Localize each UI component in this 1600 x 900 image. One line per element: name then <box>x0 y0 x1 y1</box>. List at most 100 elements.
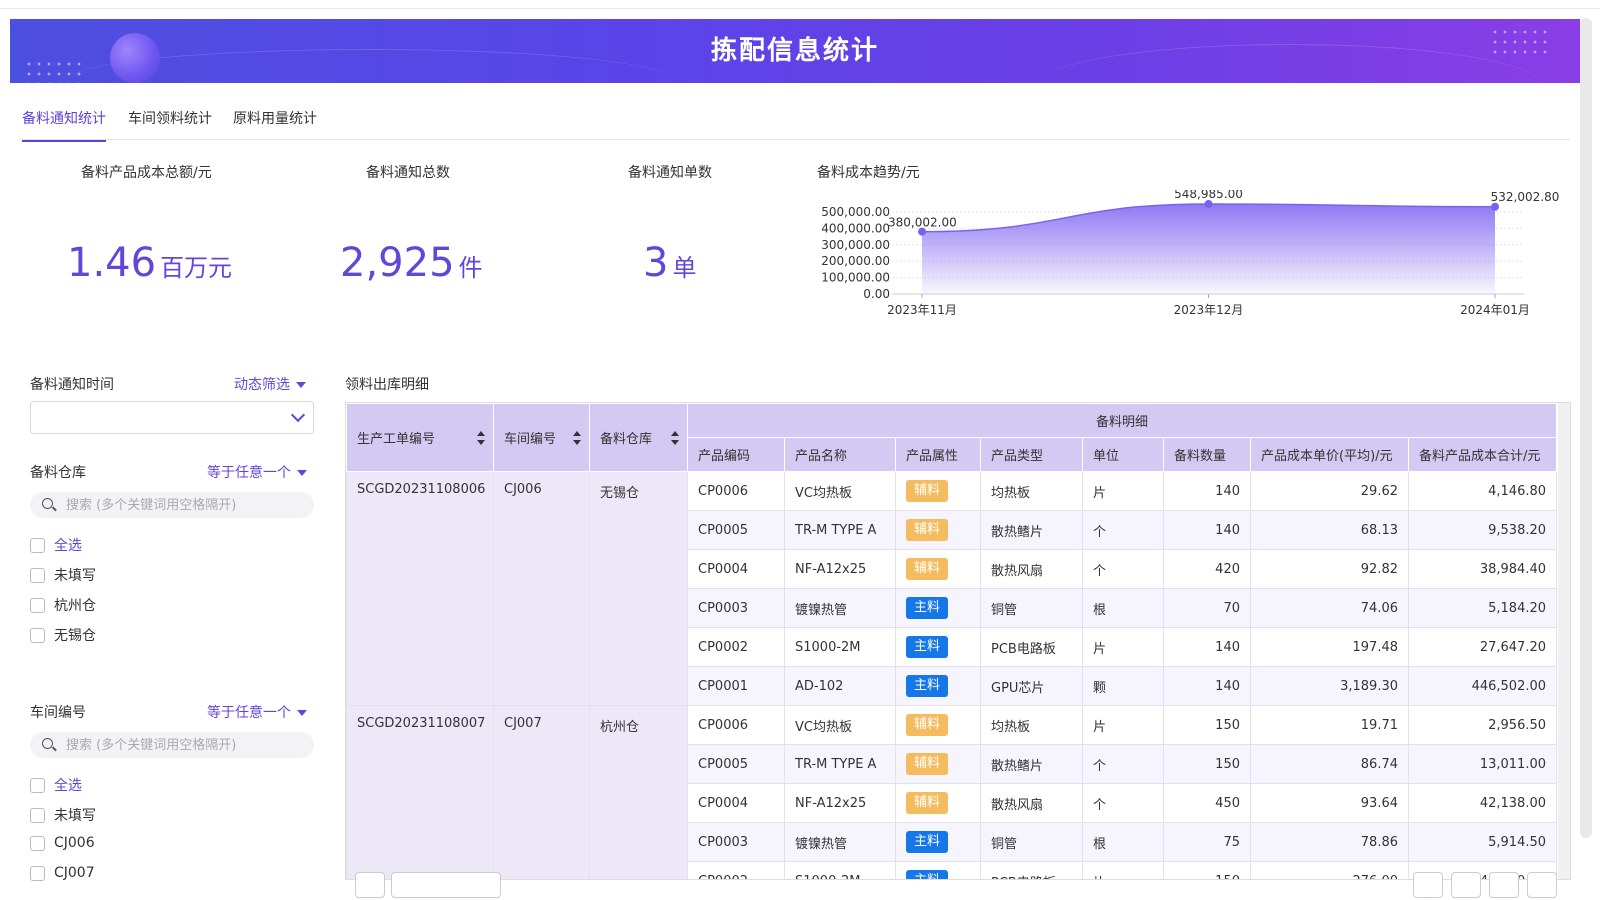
data-label: 548,985.00 <box>1174 190 1243 201</box>
kpi-notice-orders-value: 3 <box>643 240 669 286</box>
checkbox[interactable] <box>30 537 45 553</box>
cell-qty: 140 <box>1163 510 1251 550</box>
attr-tag: 辅料 <box>906 480 948 502</box>
cell-type: 散热鳍片 <box>980 510 1083 550</box>
cell-unit: 根 <box>1082 822 1164 862</box>
cell-price: 3,189.30 <box>1250 666 1409 706</box>
col-group-header: 备料明细 <box>686 403 1558 438</box>
col-header-warehouse[interactable]: 备料仓库 <box>589 403 688 472</box>
cell-qty: 75 <box>1163 822 1251 862</box>
checkbox[interactable] <box>30 807 45 823</box>
filter-warehouse-option[interactable]: 无锡仓 <box>30 625 96 645</box>
checkbox[interactable] <box>30 865 45 881</box>
cell-code: CP0002 <box>687 627 785 667</box>
filter-workshop-label: 车间编号 <box>30 705 86 721</box>
col-header-order[interactable]: 生产工单编号 <box>346 403 494 472</box>
checkbox[interactable] <box>30 835 45 851</box>
checkbox[interactable] <box>30 597 45 613</box>
col-header-price: 产品成本单价(平均)/元 <box>1250 437 1409 472</box>
filter-workshop-option[interactable]: CJ006 <box>30 835 95 855</box>
y-tick-label: 200,000.00 <box>821 254 890 268</box>
tab-prep-notice[interactable]: 备料通知统计 <box>22 108 106 142</box>
cell-unit: 个 <box>1082 510 1164 550</box>
col-header-unit: 单位 <box>1082 437 1164 472</box>
cell-name: TR-M TYPE A <box>784 744 896 784</box>
cell-total: 2,956.50 <box>1407 705 1558 745</box>
option-label: 无锡仓 <box>54 628 96 644</box>
cell-order: SCGD20231108007 <box>346 705 494 879</box>
attr-tag: 辅料 <box>906 753 948 775</box>
filter-time-select[interactable] <box>30 401 314 434</box>
y-tick-label: 500,000.00 <box>821 205 890 219</box>
search-icon <box>42 498 53 509</box>
checkbox[interactable] <box>30 627 45 643</box>
tab-material-usage[interactable]: 原料用量统计 <box>233 108 317 140</box>
cell-total: 27,647.20 <box>1407 627 1558 667</box>
attr-tag: 主料 <box>906 597 948 619</box>
filter-warehouse-mode[interactable]: 等于任意一个 <box>207 462 307 482</box>
filter-warehouse-option[interactable]: 未填写 <box>30 565 96 585</box>
checkbox[interactable] <box>30 777 45 793</box>
filter-workshop-option[interactable]: 未填写 <box>30 805 96 825</box>
option-label: 未填写 <box>54 568 96 584</box>
caret-down-icon <box>296 382 306 388</box>
page-number-button[interactable] <box>1451 872 1481 898</box>
filter-warehouse-option[interactable]: 全选 <box>30 535 82 555</box>
cell-name: 镀镍热管 <box>784 822 896 862</box>
detail-table-container: 生产工单编号 车间编号 备料仓库 备料明细 产品编码 产品名称 产品属性 产品类… <box>345 402 1571 880</box>
sort-icon[interactable] <box>573 430 581 445</box>
y-tick-label: 0.00 <box>863 287 890 301</box>
tab-workshop-picking[interactable]: 车间领料统计 <box>128 108 212 140</box>
filter-workshop-search-input[interactable] <box>66 732 306 758</box>
filter-warehouse-search-input[interactable] <box>66 492 306 518</box>
cell-qty: 420 <box>1163 549 1251 589</box>
cell-qty: 450 <box>1163 783 1251 823</box>
cell-unit: 个 <box>1082 783 1164 823</box>
prev-page-button[interactable] <box>1413 872 1443 898</box>
filter-workshop-option[interactable]: 全选 <box>30 775 82 795</box>
filter-time-mode[interactable]: 动态筛选 <box>234 374 306 394</box>
cell-total: 5,914.50 <box>1407 822 1558 862</box>
cell-attr: 辅料 <box>895 471 981 511</box>
cost-trend-chart: 0.00 100,000.00 200,000.00 300,000.00 400,00… <box>821 190 1560 317</box>
cell-type: 均热板 <box>980 705 1083 745</box>
data-label: 380,002.00 <box>888 216 957 230</box>
last-page-button[interactable] <box>1527 872 1557 898</box>
page-size-button[interactable] <box>355 872 385 898</box>
col-header-workshop[interactable]: 车间编号 <box>493 403 590 472</box>
data-point <box>1204 199 1213 208</box>
filter-workshop-option[interactable]: CJ007 <box>30 865 95 885</box>
option-label: 全选 <box>54 778 82 794</box>
table-row[interactable]: SCGD20231108006 CJ006 无锡仓 CP0006 VC均热板 辅料 均热板片… <box>346 471 1558 706</box>
attr-tag: 主料 <box>906 636 948 658</box>
cell-attr: 辅料 <box>895 510 981 550</box>
option-label: 杭州仓 <box>54 598 96 614</box>
sort-icon[interactable] <box>477 430 485 445</box>
data-point <box>1491 202 1499 211</box>
cell-warehouse: 杭州仓 <box>589 705 688 879</box>
cell-unit: 片 <box>1082 627 1164 667</box>
table-row[interactable]: SCGD20231108007 CJ007 杭州仓 CP0006 VC均热板 辅料 均热板片… <box>346 705 1558 879</box>
cell-type: PCB电路板 <box>980 627 1083 667</box>
data-label: 532,002.80 <box>1491 190 1560 204</box>
area-fill <box>922 203 1495 294</box>
table-scrollbar[interactable] <box>1558 403 1570 879</box>
x-tick-label: 2024年01月 <box>1460 303 1530 317</box>
col-header-qty: 备料数量 <box>1163 437 1251 472</box>
cell-attr: 主料 <box>895 666 981 706</box>
checkbox[interactable] <box>30 567 45 583</box>
cell-total: 4,146.80 <box>1407 471 1558 511</box>
filter-workshop-mode[interactable]: 等于任意一个 <box>207 702 307 722</box>
kpi-notice-count-unit: 件 <box>458 254 483 282</box>
sort-icon[interactable] <box>671 430 679 445</box>
x-tick-label: 2023年11月 <box>887 303 957 317</box>
cell-price: 68.13 <box>1250 510 1409 550</box>
page-scrollbar[interactable] <box>1580 18 1592 838</box>
cell-code: CP0005 <box>687 510 785 550</box>
next-page-button[interactable] <box>1489 872 1519 898</box>
cell-unit: 颗 <box>1082 666 1164 706</box>
filter-warehouse-option[interactable]: 杭州仓 <box>30 595 96 615</box>
page-size-select[interactable] <box>391 872 501 898</box>
kpi-notice-count-label: 备料通知总数 <box>366 165 450 181</box>
cell-unit: 片 <box>1082 471 1164 511</box>
